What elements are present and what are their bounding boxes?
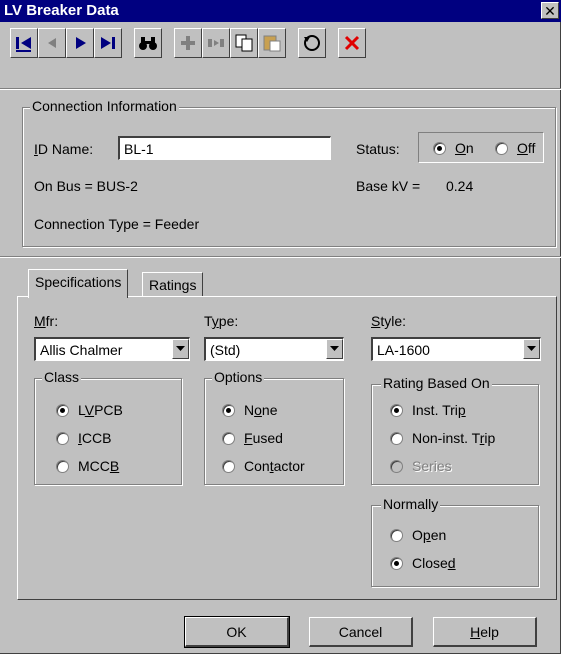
find-button[interactable] xyxy=(134,28,162,58)
radio-selected-icon xyxy=(56,403,69,417)
class-lvpcb-label: LVPCB xyxy=(78,402,123,418)
close-button[interactable]: ✕ xyxy=(541,2,559,19)
rating-series-label: Series xyxy=(412,458,452,474)
radio-unselected-icon xyxy=(495,141,508,155)
style-label: Style: xyxy=(371,313,407,329)
class-mccb-radio[interactable]: MCCB xyxy=(56,458,119,474)
copy-button[interactable] xyxy=(230,28,258,58)
undo-button[interactable] xyxy=(298,28,326,58)
chevron-down-icon[interactable] xyxy=(523,339,540,359)
last-record-icon xyxy=(101,37,115,49)
normally-open-label: Open xyxy=(412,527,447,543)
normally-closed-radio[interactable]: Closed xyxy=(390,555,456,571)
class-title: Class xyxy=(42,369,82,385)
plus-icon xyxy=(181,36,195,50)
binoculars-icon xyxy=(139,37,157,50)
status-off-radio[interactable]: Off xyxy=(495,140,535,156)
title-bar: LV Breaker Data ✕ xyxy=(0,0,561,22)
rating-inst-trip-label: Inst. Trip xyxy=(412,402,466,418)
style-value: LA-1600 xyxy=(377,342,430,358)
normally-title: Normally xyxy=(381,496,441,512)
window-title: LV Breaker Data xyxy=(4,2,119,19)
connection-info-title: Connection Information xyxy=(30,98,179,114)
first-record-button[interactable] xyxy=(10,28,38,58)
on-bus-text: On Bus = BUS-2 xyxy=(34,178,138,194)
base-kv-value: 0.24 xyxy=(446,178,474,194)
rating-non-inst-trip-label: Non-inst. Trip xyxy=(412,430,496,446)
chevron-down-icon[interactable] xyxy=(172,339,189,359)
radio-unselected-icon xyxy=(390,528,403,542)
status-label: Status: xyxy=(356,141,400,157)
insert-button[interactable] xyxy=(202,28,230,58)
radio-unselected-icon xyxy=(56,459,69,473)
paste-icon xyxy=(263,35,281,52)
radio-unselected-icon xyxy=(222,431,235,445)
class-iccb-radio[interactable]: ICCB xyxy=(56,430,111,446)
options-fused-label: Fused xyxy=(244,430,283,446)
next-record-button[interactable] xyxy=(66,28,94,58)
rating-inst-trip-radio[interactable]: Inst. Trip xyxy=(390,402,466,418)
id-name-label: ID Name: xyxy=(34,141,94,157)
normally-closed-label: Closed xyxy=(412,555,456,571)
mfr-value: Allis Chalmer xyxy=(40,342,123,358)
ok-button[interactable]: OK xyxy=(184,616,290,648)
section-separator xyxy=(0,256,561,258)
options-fused-radio[interactable]: Fused xyxy=(222,430,283,446)
style-dropdown[interactable]: LA-1600 xyxy=(371,337,541,361)
add-button[interactable] xyxy=(174,28,202,58)
tab-ratings[interactable]: Ratings xyxy=(142,272,204,296)
class-iccb-label: ICCB xyxy=(78,430,112,446)
next-record-icon xyxy=(76,37,86,49)
type-dropdown[interactable]: (Std) xyxy=(204,337,344,361)
normally-open-radio[interactable]: Open xyxy=(390,527,446,543)
options-none-radio[interactable]: None xyxy=(222,402,278,418)
radio-disabled-icon xyxy=(390,459,403,473)
rating-series-radio: Series xyxy=(390,458,452,474)
radio-selected-icon xyxy=(390,556,403,570)
class-mccb-label: MCCB xyxy=(78,458,120,474)
rating-non-inst-trip-radio[interactable]: Non-inst. Trip xyxy=(390,430,495,446)
paste-button[interactable] xyxy=(258,28,286,58)
tab-specifications[interactable]: Specifications xyxy=(28,269,129,298)
options-none-label: None xyxy=(244,402,278,418)
copy-icon xyxy=(235,34,253,52)
delete-button[interactable] xyxy=(338,28,366,58)
options-title: Options xyxy=(212,369,265,385)
type-label: Type: xyxy=(204,313,239,329)
rating-based-on-title: Rating Based On xyxy=(381,375,492,391)
status-off-label: Off xyxy=(517,140,536,156)
radio-selected-icon xyxy=(222,403,235,417)
class-lvpcb-radio[interactable]: LVPCB xyxy=(56,402,123,418)
help-button[interactable]: Help xyxy=(433,617,537,647)
id-name-input[interactable]: BL-1 xyxy=(118,136,331,160)
status-on-label: On xyxy=(455,140,474,156)
options-contactor-label: Contactor xyxy=(244,458,305,474)
type-value: (Std) xyxy=(210,342,241,358)
toolbar-separator xyxy=(0,88,561,90)
last-record-button[interactable] xyxy=(94,28,122,58)
status-on-radio[interactable]: On xyxy=(433,140,474,156)
cancel-button[interactable]: Cancel xyxy=(309,617,413,647)
radio-unselected-icon xyxy=(222,459,235,473)
radio-selected-icon xyxy=(433,141,446,155)
previous-record-icon xyxy=(48,38,56,48)
delete-icon xyxy=(344,35,360,51)
lv-breaker-dialog: LV Breaker Data ✕ Connection Information… xyxy=(0,0,561,654)
radio-selected-icon xyxy=(390,403,403,417)
normally-group xyxy=(371,505,539,587)
options-contactor-radio[interactable]: Contactor xyxy=(222,458,305,474)
radio-unselected-icon xyxy=(390,431,403,445)
chevron-down-icon[interactable] xyxy=(326,339,343,359)
first-record-icon xyxy=(16,37,31,52)
radio-unselected-icon xyxy=(56,431,69,445)
undo-icon xyxy=(304,35,320,51)
mfr-dropdown[interactable]: Allis Chalmer xyxy=(34,337,190,361)
insert-icon xyxy=(208,39,224,47)
base-kv-label: Base kV = xyxy=(356,178,421,194)
connection-type-text: Connection Type = Feeder xyxy=(34,216,200,232)
mfr-label: Mfr: xyxy=(34,313,59,329)
previous-record-button[interactable] xyxy=(38,28,66,58)
